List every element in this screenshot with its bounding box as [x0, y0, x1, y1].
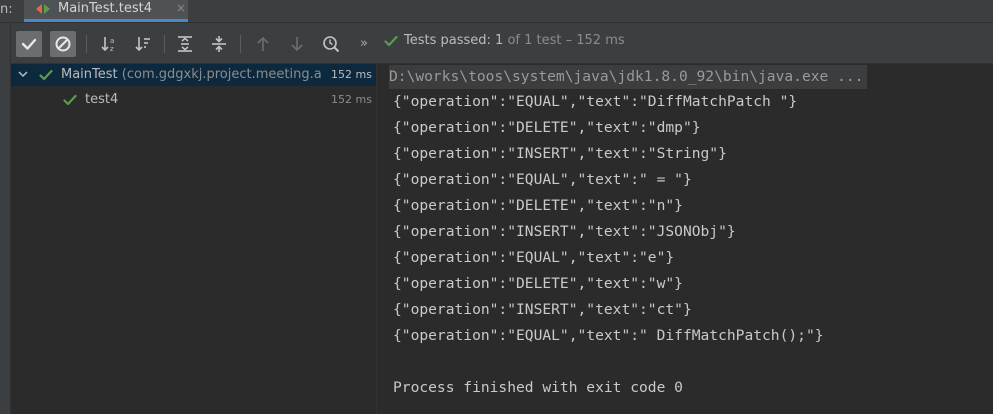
ignored-icon [55, 36, 71, 52]
console-line: Process finished with exit code 0 [393, 379, 683, 396]
sort-alphabetically-button[interactable]: a z [96, 31, 122, 57]
clock-search-icon [323, 36, 340, 53]
console-line: {"operation":"EQUAL","text":"e"} [393, 249, 675, 266]
test-history-button[interactable] [318, 31, 344, 57]
console-line: {"operation":"DELETE","text":"n"} [393, 197, 683, 214]
sort-duration-icon [135, 37, 150, 52]
collapse-all-icon [212, 36, 226, 52]
run-label: n: [0, 2, 13, 17]
run-tool-window: n: MainTest.test4 × a z » Tests passed: … [0, 0, 993, 414]
sort-by-duration-button[interactable] [130, 31, 156, 57]
status-label: Tests passed: [404, 33, 496, 48]
command-line[interactable]: D:\works\toos\system\java\jdk1.8.0_92\bi… [389, 65, 868, 89]
close-icon[interactable]: × [176, 1, 186, 15]
tab-maintest-test4[interactable]: MainTest.test4 × [24, 0, 188, 22]
expand-all-icon [178, 36, 192, 52]
test-method-name: test4 [85, 92, 119, 107]
passed-check-icon [63, 94, 77, 106]
console-line: {"operation":"EQUAL","text":" = "} [393, 171, 692, 188]
test-duration: 152 ms [329, 68, 372, 81]
console-line: {"operation":"INSERT","text":"ct"} [393, 301, 692, 318]
console-line: {"operation":"DELETE","text":"w"} [393, 275, 683, 292]
show-passed-button[interactable] [16, 31, 42, 57]
run-tab-bar: n: MainTest.test4 × [0, 0, 993, 23]
test-duration: 152 ms [331, 93, 372, 106]
passed-check-icon [39, 69, 53, 81]
console-line: {"operation":"INSERT","text":"JSONObj"} [393, 223, 736, 240]
arrow-down-icon [291, 37, 303, 52]
check-icon [21, 38, 37, 50]
show-ignored-button[interactable] [50, 31, 76, 57]
tests-passed-check-icon [384, 35, 398, 46]
run-config-icon [36, 4, 50, 14]
expand-all-button[interactable] [172, 31, 198, 57]
collapse-all-button[interactable] [206, 31, 232, 57]
previous-failed-button[interactable] [250, 31, 276, 57]
sort-alpha-icon: a z [101, 37, 114, 53]
tab-title: MainTest.test4 [58, 1, 153, 16]
test-runner-toolbar: a z » Tests passed: 1 of 1 test – 152 ms [0, 23, 993, 64]
test-tree: MainTest (com.gdgxkj.project.meeting.a 1… [11, 64, 376, 414]
test-status: Tests passed: 1 of 1 test – 152 ms [384, 33, 625, 53]
left-tool-strip [0, 23, 11, 414]
status-summary: of 1 test – 152 ms [503, 33, 625, 48]
console-line: {"operation":"DELETE","text":"dmp"} [393, 119, 701, 136]
console-line: {"operation":"INSERT","text":"String"} [393, 145, 727, 162]
console-output[interactable]: D:\works\toos\system\java\jdk1.8.0_92\bi… [377, 64, 993, 414]
svg-text:a: a [110, 37, 114, 45]
next-failed-button[interactable] [284, 31, 310, 57]
test-class-package: (com.gdgxkj.project.meeting.a [121, 67, 322, 82]
console-line: {"operation":"EQUAL","text":"DiffMatchPa… [393, 93, 798, 110]
tree-item-label: MainTest (com.gdgxkj.project.meeting.a [61, 67, 322, 82]
svg-text:z: z [110, 45, 114, 53]
toolbar-separator [86, 35, 87, 53]
test-class-name: MainTest [61, 67, 118, 82]
toolbar-separator [164, 35, 165, 53]
tree-row-test4[interactable]: test4 152 ms [11, 89, 376, 111]
more-actions-chevron[interactable]: » [360, 36, 368, 51]
toolbar-separator [240, 35, 241, 53]
arrow-up-icon [257, 36, 269, 51]
console-line: {"operation":"EQUAL","text":" DiffMatchP… [393, 327, 824, 344]
chevron-down-icon[interactable] [17, 68, 29, 80]
tree-row-maintest[interactable]: MainTest (com.gdgxkj.project.meeting.a 1… [11, 64, 376, 86]
